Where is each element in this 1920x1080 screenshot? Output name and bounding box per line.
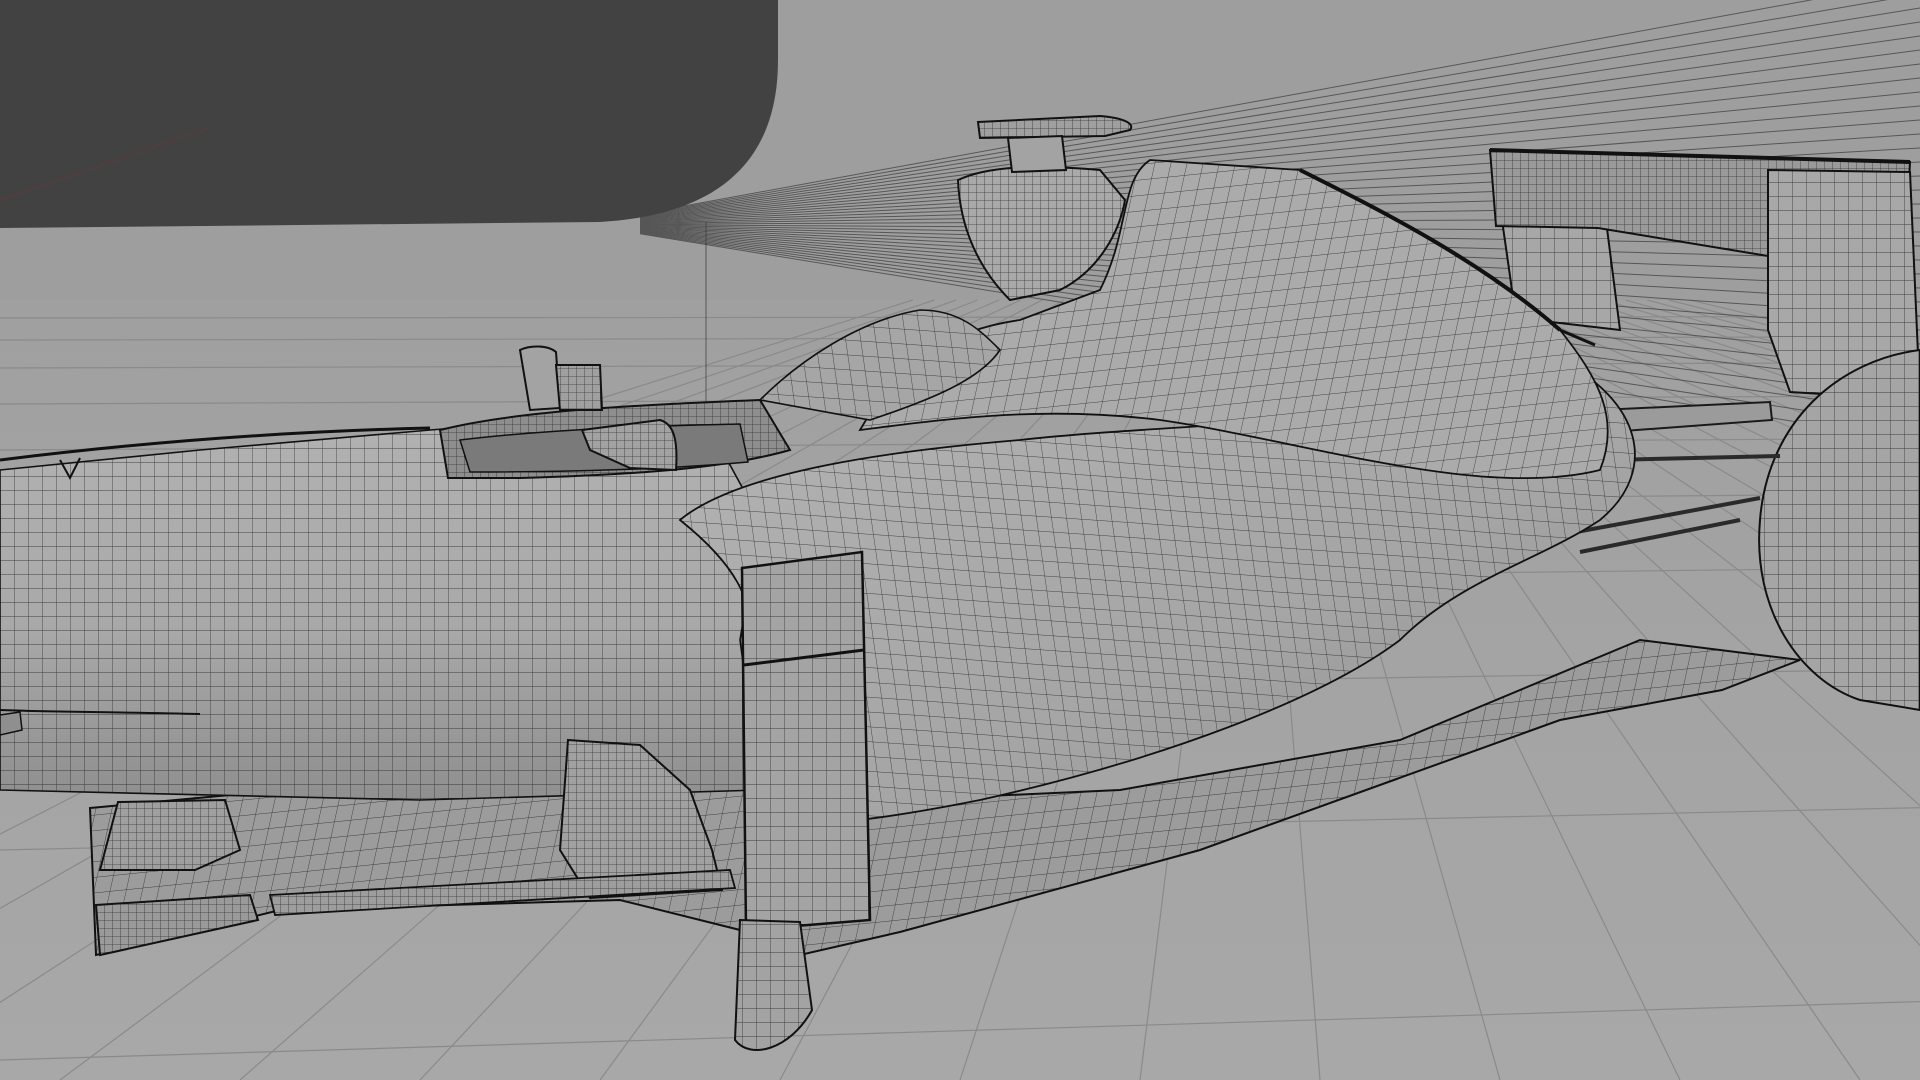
overlay-panel[interactable] bbox=[0, 0, 778, 228]
viewport-scene[interactable] bbox=[0, 0, 1920, 1080]
3d-viewport[interactable] bbox=[0, 0, 1920, 1080]
camera-pod-mount bbox=[1006, 134, 1068, 174]
